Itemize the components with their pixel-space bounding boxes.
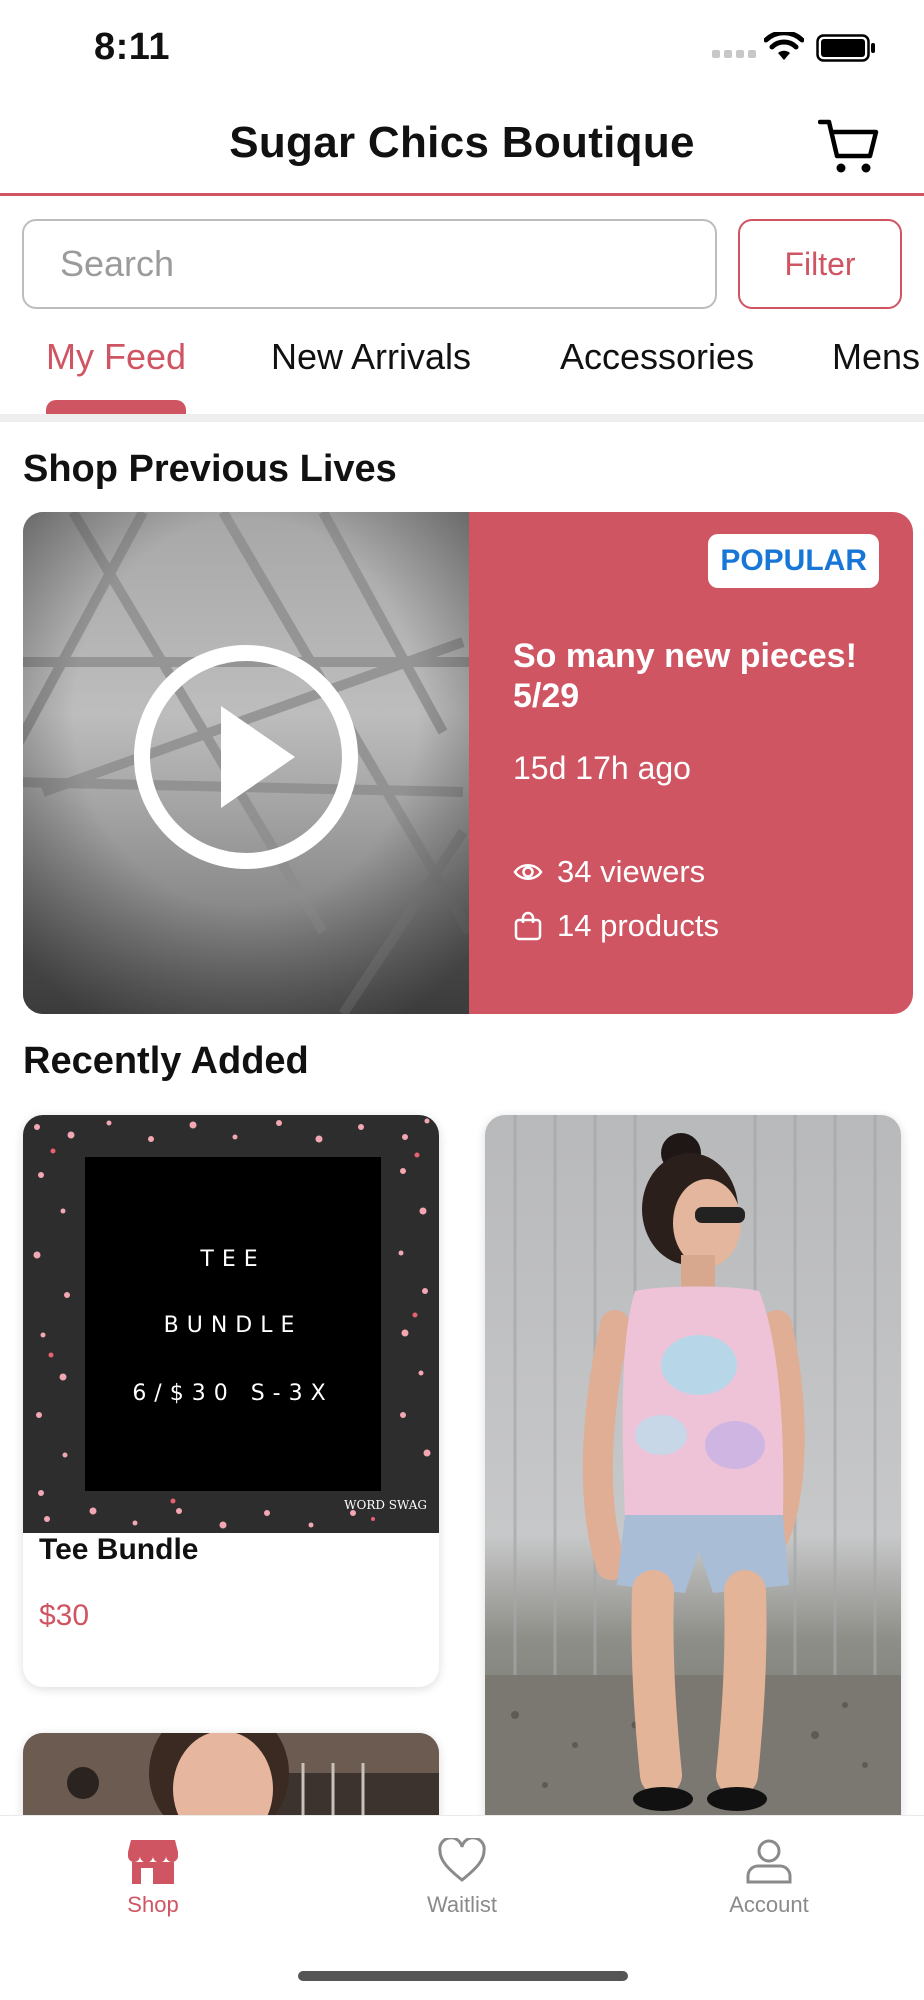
previous-lives-title: Shop Previous Lives	[23, 448, 397, 490]
search-field[interactable]	[22, 219, 717, 309]
user-icon	[746, 1839, 792, 1884]
nav-waitlist[interactable]: Waitlist	[362, 1838, 562, 1918]
category-tabs: My Feed New Arrivals Accessories Mens	[0, 330, 924, 422]
viewers-count: 34 viewers	[557, 854, 706, 889]
previous-live-card[interactable]: POPULAR So many new pieces! 5/29 15d 17h…	[23, 512, 913, 1014]
heart-icon	[438, 1838, 486, 1882]
live-video-thumbnail[interactable]	[23, 512, 469, 1014]
status-bar: 8:11	[0, 0, 924, 100]
active-tab-indicator	[46, 400, 186, 414]
store-title: Sugar Chics Boutique	[229, 118, 695, 167]
graphic-line-3: 6/$30 S-3X	[132, 1381, 334, 1406]
live-info-panel: POPULAR So many new pieces! 5/29 15d 17h…	[469, 512, 913, 1014]
home-indicator[interactable]	[298, 1971, 628, 1981]
product-image[interactable]: TEE BUNDLE 6/$30 S-3X WORD SWAG	[23, 1115, 439, 1533]
recently-added-title: Recently Added	[23, 1040, 309, 1082]
cellular-signal-icon	[712, 50, 756, 60]
live-time-ago: 15d 17h ago	[513, 750, 691, 786]
shopping-bag-icon	[514, 911, 542, 941]
nav-account[interactable]: Account	[669, 1838, 869, 1918]
tab-accessories[interactable]: Accessories	[560, 336, 754, 378]
products-count: 14 products	[557, 908, 719, 943]
word-swag-watermark: WORD SWAG	[344, 1498, 427, 1512]
viewers-row: 34 viewers	[513, 854, 705, 890]
play-icon[interactable]	[133, 644, 359, 870]
graphic-line-2: BUNDLE	[163, 1313, 303, 1338]
tab-mens[interactable]: Mens	[832, 336, 920, 378]
product-card-tee-bundle[interactable]: TEE BUNDLE 6/$30 S-3X WORD SWAG Tee Bund…	[23, 1115, 439, 1687]
nav-account-label: Account	[729, 1892, 809, 1917]
product-photo-woman	[485, 1115, 901, 1815]
search-input[interactable]	[58, 242, 681, 286]
graphic-line-1: TEE	[200, 1247, 266, 1272]
nav-waitlist-label: Waitlist	[426, 1892, 498, 1917]
nav-shop[interactable]: Shop	[53, 1838, 253, 1918]
product-name: Tee Bundle	[39, 1533, 199, 1566]
popular-badge: POPULAR	[708, 534, 879, 588]
product-card-tie-dye-tank[interactable]	[485, 1115, 901, 1875]
eye-icon	[513, 864, 543, 880]
product-price: $30	[39, 1599, 90, 1632]
products-row: 14 products	[513, 908, 719, 944]
store-icon	[128, 1840, 178, 1884]
tab-new-arrivals[interactable]: New Arrivals	[271, 336, 471, 378]
live-title: So many new pieces! 5/29	[513, 637, 857, 716]
status-time: 8:11	[94, 26, 170, 68]
tee-bundle-graphic: TEE BUNDLE 6/$30 S-3X	[85, 1157, 381, 1491]
filter-button[interactable]: Filter	[738, 219, 902, 309]
cart-icon[interactable]	[818, 118, 880, 176]
product-image[interactable]	[485, 1115, 901, 1815]
wifi-icon	[764, 32, 804, 60]
app-header: Sugar Chics Boutique	[0, 100, 924, 196]
nav-shop-label: Shop	[127, 1892, 179, 1917]
battery-icon	[816, 34, 875, 62]
tab-my-feed[interactable]: My Feed	[46, 336, 186, 378]
